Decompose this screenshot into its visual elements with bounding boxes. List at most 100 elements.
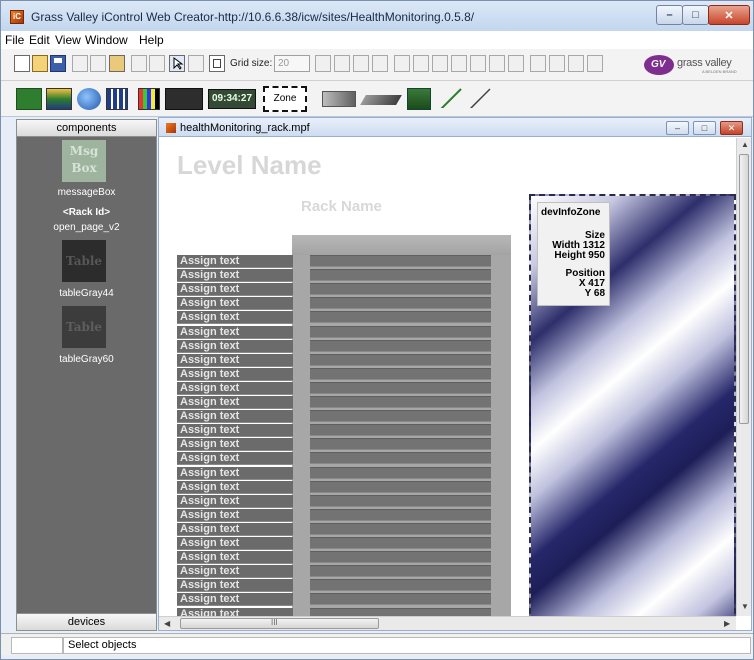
assign-text-row[interactable]: Assign text — [177, 297, 293, 311]
rack-slot[interactable] — [310, 480, 491, 493]
group-icon[interactable] — [353, 55, 369, 72]
rack-slot[interactable] — [310, 283, 491, 296]
rack-frame[interactable] — [292, 235, 511, 616]
scroll-up-icon[interactable]: ▲ — [741, 140, 749, 149]
component-label[interactable]: open_page_v2 — [17, 222, 156, 233]
menu-help[interactable]: Help — [139, 33, 164, 47]
cut-icon[interactable] — [72, 55, 88, 72]
doc-close-button[interactable]: ✕ — [720, 121, 743, 135]
rack-slot[interactable] — [310, 508, 491, 521]
assign-text-row[interactable]: Assign text — [177, 579, 293, 593]
menu-window[interactable]: Window — [85, 33, 128, 47]
rack-slot[interactable] — [310, 593, 491, 606]
assign-text-row[interactable]: Assign text — [177, 381, 293, 395]
assign-text-row[interactable]: Assign text — [177, 438, 293, 452]
spacing-icon[interactable] — [508, 55, 524, 72]
assign-text-row[interactable]: Assign text — [177, 593, 293, 607]
scroll-left-icon[interactable]: ◀ — [164, 619, 170, 628]
distribute-h-icon[interactable] — [470, 55, 486, 72]
component-label[interactable]: tableGray60 — [17, 354, 156, 365]
assign-text-row[interactable]: Assign text — [177, 466, 293, 480]
assign-text-row[interactable]: Assign text — [177, 311, 293, 325]
assign-text-row[interactable]: Assign text — [177, 551, 293, 565]
horizontal-scroll-thumb[interactable]: III — [180, 618, 379, 629]
vertical-scrollbar[interactable]: ▲ ▼ — [736, 138, 751, 616]
grid-size-input[interactable]: 20 — [274, 55, 310, 72]
assign-text-row[interactable]: Assign text — [177, 283, 293, 297]
dev-info-zone[interactable]: devInfoZone Size Width 1312 Height 950 P… — [529, 194, 736, 616]
size-icon[interactable] — [530, 55, 546, 72]
zone-icon[interactable]: Zone — [263, 86, 307, 112]
rack-slot[interactable] — [310, 424, 491, 437]
vertical-scroll-thumb[interactable] — [739, 154, 749, 424]
rack-slot[interactable] — [310, 255, 491, 267]
assign-text-row[interactable]: Assign text — [177, 522, 293, 536]
meter-icon[interactable] — [407, 88, 431, 110]
component-label[interactable]: messageBox — [17, 187, 156, 198]
assign-text-row[interactable]: Assign text — [177, 565, 293, 579]
line-icon[interactable] — [438, 86, 464, 108]
fader-icon[interactable] — [360, 95, 402, 105]
assign-text-row[interactable]: Assign text — [177, 480, 293, 494]
redo-icon[interactable] — [149, 55, 165, 72]
rack-slot[interactable] — [310, 551, 491, 564]
align-middle-icon[interactable] — [413, 55, 429, 72]
rack-slot[interactable] — [310, 353, 491, 366]
layers-icon[interactable] — [587, 55, 603, 72]
rack-slot[interactable] — [310, 269, 491, 282]
copy-icon[interactable] — [90, 55, 106, 72]
align-top-icon[interactable] — [394, 55, 410, 72]
maximize-button[interactable]: □ — [682, 5, 709, 25]
assign-text-row[interactable]: Assign text — [177, 325, 293, 339]
grid-icon[interactable] — [209, 55, 225, 72]
rack-slot[interactable] — [310, 607, 491, 616]
menu-edit[interactable]: Edit — [29, 33, 50, 47]
open-icon[interactable] — [32, 55, 48, 72]
rack-slot[interactable] — [310, 565, 491, 578]
save-icon[interactable] — [50, 55, 66, 72]
slider-icon[interactable] — [322, 91, 356, 107]
level-name-text[interactable]: Level Name — [177, 150, 322, 181]
assign-text-row[interactable]: Assign text — [177, 508, 293, 522]
rack-slot[interactable] — [310, 325, 491, 338]
component-label[interactable]: tableGray44 — [17, 288, 156, 299]
assign-text-row[interactable]: Assign text — [177, 607, 293, 616]
rack-slot[interactable] — [310, 438, 491, 451]
table-component-icon[interactable] — [106, 88, 128, 110]
assign-text-row[interactable]: Assign text — [177, 339, 293, 353]
paste-icon[interactable] — [109, 55, 125, 72]
video-monitor-icon[interactable] — [165, 88, 203, 110]
rack-slot[interactable] — [310, 410, 491, 423]
rack-slot[interactable] — [310, 466, 491, 479]
play-icon[interactable] — [568, 55, 584, 72]
rack-slot[interactable] — [310, 297, 491, 310]
new-icon[interactable] — [14, 55, 30, 72]
rack-slot[interactable] — [310, 494, 491, 507]
rack-slot[interactable] — [310, 537, 491, 549]
undo-icon[interactable] — [131, 55, 147, 72]
panel-component-icon[interactable] — [16, 88, 42, 110]
align-center-icon[interactable] — [451, 55, 467, 72]
rack-slot[interactable] — [310, 579, 491, 592]
doc-minimize-button[interactable]: – — [666, 121, 689, 135]
components-header[interactable]: components — [17, 120, 156, 137]
rack-id-thumb[interactable]: <Rack Id> — [17, 207, 156, 218]
align-left-icon[interactable] — [315, 55, 331, 72]
rack-slot[interactable] — [310, 452, 491, 465]
timecode-icon[interactable]: 09:34:27 — [208, 89, 256, 109]
rack-slot[interactable] — [310, 381, 491, 394]
menu-view[interactable]: View — [55, 33, 81, 47]
paint-icon[interactable] — [188, 55, 204, 72]
distribute-v-icon[interactable] — [489, 55, 505, 72]
align-bottom-icon[interactable] — [432, 55, 448, 72]
globe-icon[interactable] — [77, 88, 101, 110]
assign-text-row[interactable]: Assign text — [177, 269, 293, 283]
horizontal-scrollbar[interactable]: ◀ III ▶ — [159, 616, 736, 630]
rack-slot[interactable] — [310, 311, 491, 324]
minimize-button[interactable]: – — [656, 5, 683, 25]
doc-restore-button[interactable]: □ — [693, 121, 716, 135]
rack-name-text[interactable]: Rack Name — [301, 198, 382, 215]
table-gray60-thumb[interactable]: Table — [62, 306, 106, 348]
design-canvas[interactable]: Level Name Rack Name Assign text Assign t… — [159, 138, 736, 616]
assign-text-row[interactable]: Assign text — [177, 255, 293, 268]
